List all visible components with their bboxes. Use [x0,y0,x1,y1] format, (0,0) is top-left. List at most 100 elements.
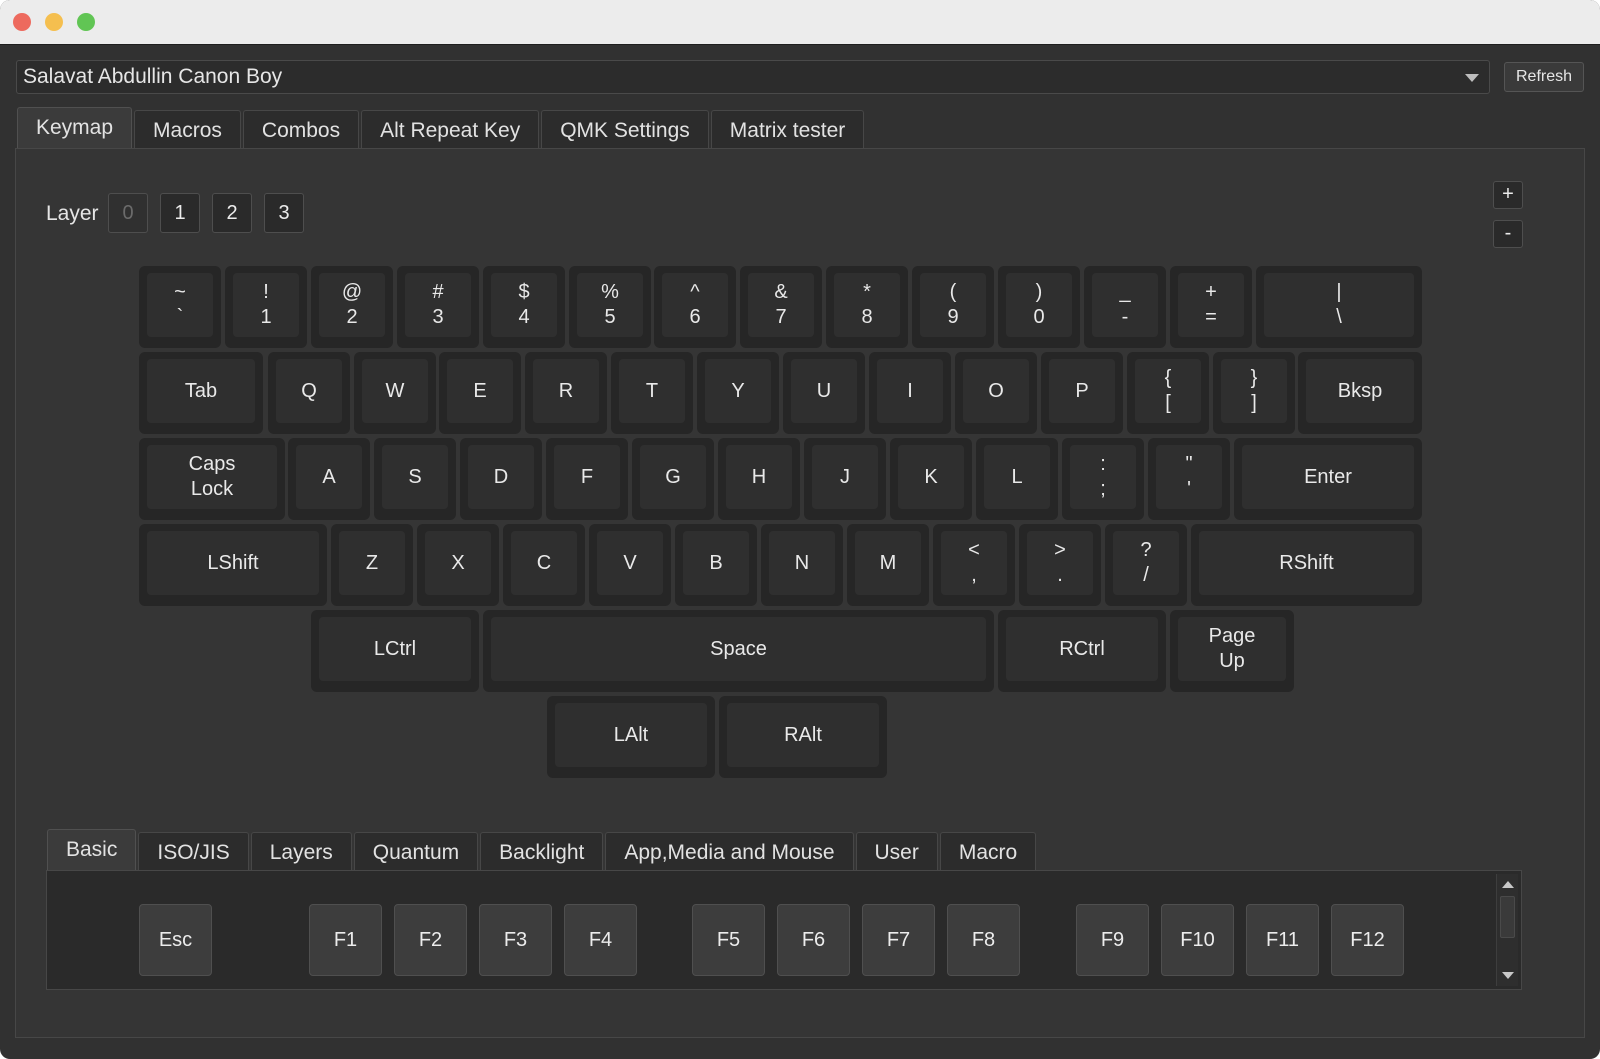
zoom-window-button[interactable] [77,13,95,31]
key-w[interactable]: W [354,352,436,434]
key-i[interactable]: I [869,352,951,434]
tab-keymap[interactable]: Keymap [17,107,133,148]
key-h[interactable]: H [718,438,800,520]
key-equal[interactable]: + = [1170,266,1252,348]
key-l[interactable]: L [976,438,1058,520]
tab-combos[interactable]: Combos [242,110,360,148]
key-g[interactable]: G [632,438,714,520]
keycode-f10[interactable]: F10 [1161,904,1234,976]
key-p[interactable]: P [1041,352,1123,434]
tab-qmk-settings[interactable]: QMK Settings [541,110,709,148]
key-rbracket[interactable]: }] [1213,352,1295,434]
key-pgup[interactable]: Page Up [1170,610,1294,692]
key-m[interactable]: M [847,524,929,606]
keycode-f2[interactable]: F2 [394,904,467,976]
key-n[interactable]: N [761,524,843,606]
zoom-in-button[interactable]: + [1493,181,1523,209]
key-space[interactable]: Space [483,610,994,692]
key-1[interactable]: ! 1 [225,266,307,348]
keycode-f3[interactable]: F3 [479,904,552,976]
device-select[interactable]: Salavat Abdullin Canon Boy [16,60,1490,94]
refresh-button[interactable]: Refresh [1504,62,1584,92]
minimize-window-button[interactable] [45,13,63,31]
key-f[interactable]: F [546,438,628,520]
key-5[interactable]: % 5 [569,266,651,348]
keycode-tab-app-media-and-mouse[interactable]: App,Media and Mouse [605,832,854,870]
close-window-button[interactable] [13,13,31,31]
key-d[interactable]: D [460,438,542,520]
keycode-f5[interactable]: F5 [692,904,765,976]
key-z[interactable]: Z [331,524,413,606]
layer-button-2[interactable]: 2 [212,193,252,233]
keycode-f7[interactable]: F7 [862,904,935,976]
key-u[interactable]: U [783,352,865,434]
key-8[interactable]: * 8 [826,266,908,348]
key-lshift[interactable]: LShift [139,524,327,606]
key-ralt[interactable]: RAlt [719,696,887,778]
key-rctrl[interactable]: RCtrl [998,610,1166,692]
key-4[interactable]: $4 [483,266,565,348]
key-v[interactable]: V [589,524,671,606]
key-lbracket[interactable]: {[ [1127,352,1209,434]
keycode-scrollbar[interactable] [1496,874,1518,986]
key-r[interactable]: R [525,352,607,434]
key-9[interactable]: (9 [912,266,994,348]
key-enter[interactable]: Enter [1234,438,1422,520]
layer-button-3[interactable]: 3 [264,193,304,233]
key-e[interactable]: E [439,352,521,434]
tab-matrix-tester[interactable]: Matrix tester [710,110,865,148]
key-t[interactable]: T [611,352,693,434]
keycode-f6[interactable]: F6 [777,904,850,976]
keycode-f4[interactable]: F4 [564,904,637,976]
key-bksp[interactable]: Bksp [1298,352,1422,434]
key-x[interactable]: X [417,524,499,606]
key-7[interactable]: & 7 [740,266,822,348]
key-rshift[interactable]: RShift [1191,524,1422,606]
key-period[interactable]: >. [1019,524,1101,606]
key-b[interactable]: B [675,524,757,606]
key-comma[interactable]: <, [933,524,1015,606]
zoom-out-button[interactable]: - [1493,220,1523,248]
key-j[interactable]: J [804,438,886,520]
key-0[interactable]: ) 0 [998,266,1080,348]
keycode-tab-quantum[interactable]: Quantum [353,832,479,870]
keycode-f8[interactable]: F8 [947,904,1020,976]
key-tab[interactable]: Tab [139,352,263,434]
key-s[interactable]: S [374,438,456,520]
layer-button-0[interactable]: 0 [108,193,148,233]
key-slash[interactable]: ? / [1105,524,1187,606]
keycode-tab-user[interactable]: User [855,832,938,870]
key-minus[interactable]: _ - [1084,266,1166,348]
keycode-tab-basic[interactable]: Basic [47,829,137,870]
keycode-f11[interactable]: F11 [1246,904,1319,976]
keycode-f12[interactable]: F12 [1331,904,1404,976]
key-caps[interactable]: Caps Lock [139,438,285,520]
keycode-esc[interactable]: Esc [139,904,212,976]
key-3[interactable]: #3 [397,266,479,348]
key-k[interactable]: K [890,438,972,520]
key-grave[interactable]: ~ ` [139,266,221,348]
keycode-f9[interactable]: F9 [1076,904,1149,976]
key-q[interactable]: Q [268,352,350,434]
layer-button-1[interactable]: 1 [160,193,200,233]
key-semicolon[interactable]: :; [1062,438,1144,520]
scroll-down-icon[interactable] [1502,972,1514,979]
key-lalt[interactable]: LAlt [547,696,715,778]
tab-macros[interactable]: Macros [134,110,241,148]
key-c[interactable]: C [503,524,585,606]
keycode-tab-layers[interactable]: Layers [250,832,352,870]
key-backslash[interactable]: | \ [1256,266,1422,348]
key-y[interactable]: Y [697,352,779,434]
key-lctrl[interactable]: LCtrl [311,610,479,692]
scroll-thumb[interactable] [1500,896,1515,938]
keycode-tab-macro[interactable]: Macro [939,832,1037,870]
keycode-f1[interactable]: F1 [309,904,382,976]
key-a[interactable]: A [288,438,370,520]
scroll-up-icon[interactable] [1502,881,1514,888]
keycode-tab-iso-jis[interactable]: ISO/JIS [138,832,249,870]
key-o[interactable]: O [955,352,1037,434]
tab-alt-repeat-key[interactable]: Alt Repeat Key [361,110,540,148]
keycode-tab-backlight[interactable]: Backlight [480,832,604,870]
key-6[interactable]: ^ 6 [654,266,736,348]
key-2[interactable]: @2 [311,266,393,348]
